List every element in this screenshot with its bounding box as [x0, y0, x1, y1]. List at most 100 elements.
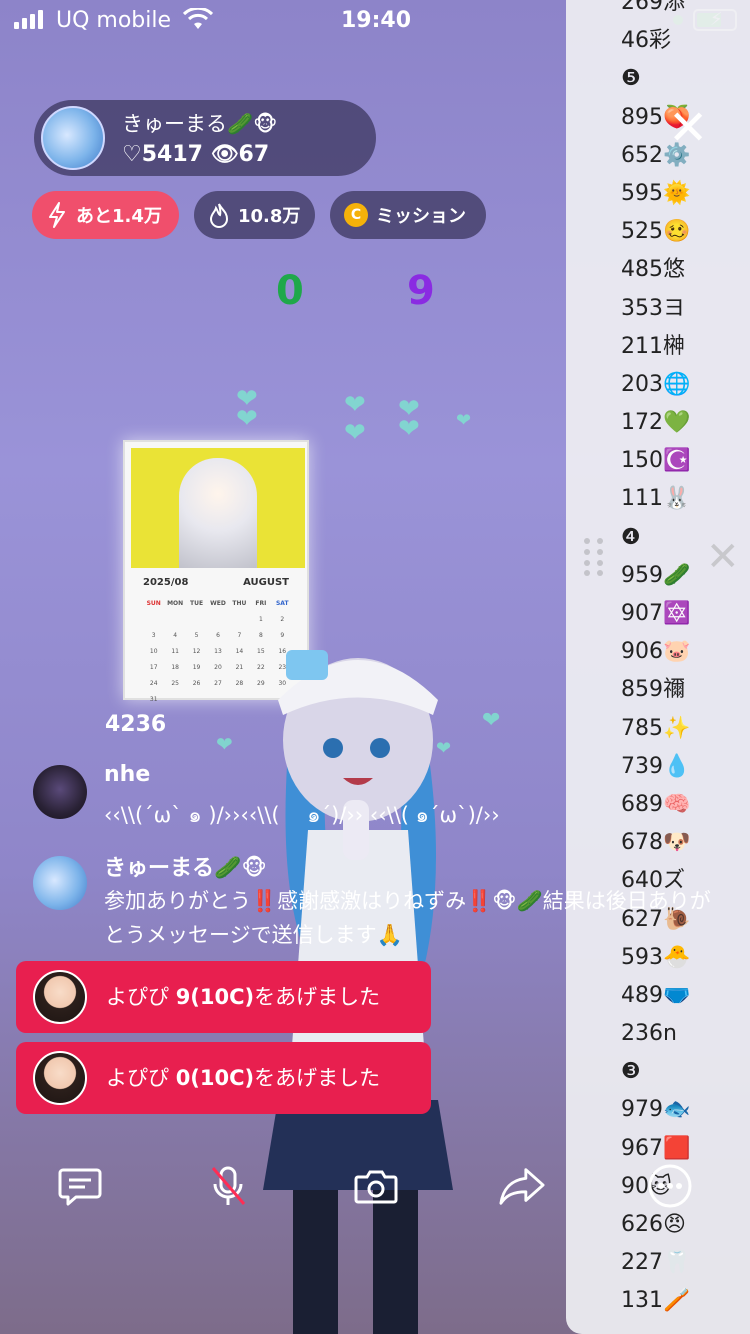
ranking-item: 907🔯: [621, 601, 691, 626]
heart-icon: ❤: [344, 390, 366, 420]
calendar-day: 17: [149, 664, 158, 671]
fire-label: 10.8万: [238, 206, 301, 227]
gift-avatar[interactable]: [33, 1051, 87, 1105]
heart-icon: ❤: [482, 708, 501, 733]
mic-muted-icon[interactable]: [205, 1163, 251, 1209]
calendar-day: 4: [173, 632, 178, 639]
ranking-item: 269添: [621, 0, 685, 15]
calendar-weekday: THU: [232, 600, 247, 607]
chat-avatar[interactable]: [33, 765, 87, 819]
ranking-item: 595🌞: [621, 180, 691, 206]
fire-chip[interactable]: 10.8万: [194, 191, 315, 239]
ranking-item: 906🐷: [621, 639, 691, 665]
heart-icon: ❤: [344, 418, 366, 448]
heart-icon: ❤: [236, 404, 258, 434]
ranking-item: 150☪️: [621, 448, 691, 474]
boost-label: あと1.4万: [76, 206, 162, 227]
calendar-artwork: [131, 448, 305, 568]
ranking-item: 626😠: [621, 1212, 686, 1237]
chat-message: ‹‹\\(´ω` ๑ )/››‹‹\\( ๑´)/›› ‹‹\\( ๑´ω`)/…: [104, 803, 500, 827]
wifi-icon: [183, 8, 213, 29]
fire-icon: [209, 203, 229, 228]
calendar-day: 18: [171, 664, 179, 671]
ranking-item: 785✨: [621, 715, 691, 741]
heart-icon: ❤: [216, 732, 233, 756]
close-icon[interactable]: ✕: [668, 104, 708, 152]
ranking-item: 131🪥: [621, 1288, 691, 1314]
signal-icon: [14, 10, 43, 29]
calendar-period: 2025/08: [143, 577, 189, 588]
ranking-item: 353ヨ: [621, 295, 685, 321]
calendar-day: 11: [171, 648, 179, 655]
comment-icon[interactable]: [57, 1163, 103, 1209]
calendar-day: 13: [214, 648, 222, 655]
ranking-item: 678🐶: [621, 830, 691, 856]
gift-user: よぴぴ: [106, 985, 169, 1009]
ranking-item: ❺: [621, 66, 641, 92]
mission-chip[interactable]: C ミッション: [330, 191, 486, 239]
calendar-weekday: TUE: [190, 600, 204, 607]
calendar-day: 7: [237, 632, 242, 639]
ranking-item: 739💧: [621, 753, 691, 779]
chat-username: nhe: [104, 762, 151, 787]
more-icon[interactable]: [647, 1163, 693, 1209]
calendar-weekday: SUN: [146, 600, 161, 607]
heart-icon: ❤: [456, 410, 472, 431]
mission-label: ミッション: [376, 206, 466, 227]
calendar-day: 19: [192, 664, 201, 671]
calendar-day: [164, 616, 185, 623]
calendar-day: 20: [214, 664, 222, 671]
calendar-day: 24: [149, 680, 158, 687]
gift-item: 9(10C): [175, 985, 255, 1009]
gift-avatar[interactable]: [33, 970, 87, 1024]
calendar-weekday: WED: [210, 600, 226, 607]
counter-left: 0: [276, 268, 304, 314]
ranking-item: 489🩲: [621, 982, 691, 1008]
ranking-item: 689🧠: [621, 791, 691, 817]
camera-icon[interactable]: [353, 1163, 399, 1209]
carrier-name: UQ mobile: [56, 8, 172, 33]
calendar-weekday: SAT: [275, 600, 289, 607]
host-avatar[interactable]: [41, 106, 105, 170]
calendar-day: [229, 616, 250, 623]
calendar-day: 26: [192, 680, 201, 687]
ranking-list: 269添 46彩 ❺ 895🍑 652⚙️ 595🌞 525🥴 485悠 353ヨ 211榊 203…: [621, 0, 750, 1321]
ranking-item: 979🐟: [621, 1097, 691, 1123]
like-count: ♡5417: [122, 142, 203, 167]
ranking-item: 227🦷: [621, 1250, 691, 1276]
chat-avatar[interactable]: [33, 856, 87, 910]
calendar-day: 14: [235, 648, 244, 655]
gift-notification: よぴぴ 0(10C)をあげました: [16, 1042, 431, 1114]
calendar-month: AUGUST: [243, 577, 289, 588]
ranking-item: 111🐰: [621, 486, 691, 512]
ranking-item: 485悠: [621, 257, 685, 283]
calendar-day: 12: [192, 648, 201, 655]
calendar-weekday: MON: [167, 600, 184, 607]
host-stats: ♡5417 👁67: [122, 142, 269, 167]
host-name: きゅーまる🥒🐵: [122, 112, 278, 136]
calendar-day: 6: [216, 632, 220, 639]
share-icon[interactable]: [499, 1163, 545, 1209]
ranking-item: 236n: [621, 1021, 677, 1047]
gift-notification: よぴぴ 9(10C)をあげました: [16, 961, 431, 1033]
ranking-item: 525🥴: [621, 219, 691, 245]
drag-handle-icon[interactable]: [584, 538, 606, 578]
calendar-day: 2: [280, 616, 285, 623]
coin-icon: C: [344, 203, 368, 227]
calendar-day: 3: [151, 632, 156, 639]
calendar-day: 25: [171, 680, 179, 687]
calendar-day: 21: [235, 664, 244, 671]
ranking-item: 859禰: [621, 677, 685, 703]
counter-right: 9: [407, 268, 435, 314]
calendar-day: 31: [149, 696, 158, 703]
boost-chip[interactable]: あと1.4万: [32, 191, 179, 239]
host-profile-card[interactable]: きゅーまる🥒🐵 ♡5417 👁67: [34, 100, 376, 176]
lightning-icon: [49, 202, 65, 228]
calendar-day: 10: [149, 648, 158, 655]
calendar-day: 1: [258, 616, 263, 623]
panel-close-icon[interactable]: ✕: [706, 537, 740, 577]
calendar-day: [207, 616, 228, 623]
chat-message: 参加ありがとう‼️感謝感激はりねずみ‼️🐵🥒結果は後日ありがとうメッセージで送信…: [104, 889, 711, 947]
calendar-weekday: FRI: [255, 600, 267, 607]
viewer-count: 👁67: [210, 142, 270, 167]
